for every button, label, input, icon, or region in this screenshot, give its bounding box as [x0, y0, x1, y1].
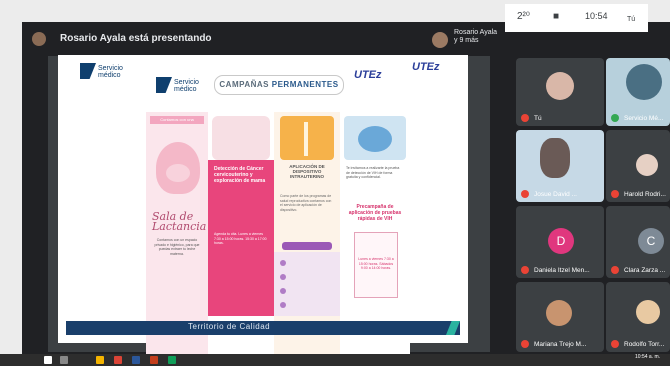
participant-name: Tú — [534, 115, 542, 122]
taskbar-clock: 10:54 a. m. — [635, 354, 661, 360]
clock-label: 10:54 — [585, 11, 608, 21]
footer-text: Territorio de Calidad — [188, 322, 271, 331]
powerpoint-icon[interactable] — [150, 356, 158, 364]
hands-photo — [212, 116, 270, 160]
lactation-text: Contamos con un espacio privado e higién… — [154, 238, 200, 256]
avatar — [636, 154, 658, 176]
script-line2: Lactancia — [152, 220, 207, 233]
mic-off-icon — [611, 190, 619, 198]
utez-logo: UTEz — [354, 69, 382, 81]
participant-tile[interactable]: C Clara Zarza ... — [606, 206, 670, 278]
campaign-poster: Contamos con una Sala de Lactancia Contam… — [146, 112, 410, 356]
lactation-script: Sala de Lactancia — [152, 211, 207, 233]
servicio-medico-logo: Servicio médico — [80, 63, 138, 81]
presenter-name: Rosario Ayala — [454, 29, 498, 36]
avatar — [636, 300, 660, 324]
cancer-schedule: Agenda tu cita. Lunes a viernes 7:30 a 1… — [208, 226, 274, 316]
participant-name: Josue David ... — [534, 191, 577, 198]
start-icon[interactable] — [44, 356, 52, 364]
campaign-bold: PERMANENTES — [271, 80, 339, 89]
participant-name: Clara Zarza ... — [624, 267, 666, 274]
diu-title: APLICACIÓN DE DISPOSITIVO INTRAUTERINO — [289, 164, 325, 179]
participant-tile[interactable]: Servicio Mé... — [606, 58, 670, 126]
others-count: y 9 más — [454, 37, 479, 44]
you-label: Tú — [627, 16, 636, 23]
people-icon[interactable]: 2²⁰ — [517, 11, 530, 22]
logo-text-line1: Servicio — [98, 65, 123, 72]
vih-card: Lunes a viernes 7:30 a 15:00 horas. Sába… — [354, 232, 398, 298]
logo2-text-line2: médico — [174, 86, 197, 93]
logo-mark — [80, 63, 96, 79]
meeting-controls: 2²⁰ ■ 10:54 Tú — [505, 4, 648, 32]
participant-tile[interactable]: Rodolfo Torr... — [606, 282, 670, 352]
logo2-text-line1: Servicio — [174, 79, 199, 86]
app-icon[interactable] — [168, 356, 176, 364]
avatar-initial: C — [638, 228, 664, 254]
presenter-avatar — [32, 32, 46, 46]
presenter-thumbnail[interactable] — [432, 32, 448, 48]
participant-name: Daniela Itzel Men... — [534, 267, 590, 274]
participant-name: Mariana Trejo M... — [534, 341, 587, 348]
campaign-prefix: CAMPAÑAS — [219, 80, 272, 89]
cancer-title: Detección de Cáncer cervicouterino y exp… — [214, 166, 266, 184]
chat-icon[interactable]: ■ — [553, 11, 559, 22]
glove-shape — [358, 126, 392, 152]
list-dot — [280, 260, 286, 266]
participant-name: Servicio Mé... — [624, 115, 664, 122]
mic-off-icon — [521, 340, 529, 348]
presenting-label: Rosario Ayala está presentando — [60, 33, 212, 44]
participant-name: Harold Rodri... — [624, 191, 666, 198]
list-dot — [280, 274, 286, 280]
avatar — [626, 64, 662, 100]
avatar — [540, 138, 570, 178]
avatar — [546, 300, 572, 326]
vih-text: Te invitamos a realizarte la prueba de d… — [346, 166, 400, 179]
list-dot — [280, 302, 286, 308]
avatar — [546, 72, 574, 100]
mic-off-icon — [611, 340, 619, 348]
cancer-column: Detección de Cáncer cervicouterino y exp… — [208, 112, 274, 356]
participant-tile[interactable]: D Daniela Itzel Men... — [516, 206, 604, 278]
chrome-icon[interactable] — [114, 356, 122, 364]
diu-text: Como parte de los programas de salud rep… — [280, 194, 332, 212]
glove-photo — [344, 116, 406, 160]
logo-text-line2: médico — [98, 72, 121, 79]
participant-tile[interactable]: Harold Rodri... — [606, 130, 670, 202]
participant-tile[interactable]: Tú — [516, 58, 604, 126]
cancer-text: Agenda tu cita. Lunes a viernes 7:30 a 1… — [214, 232, 267, 245]
list-dot — [280, 288, 286, 294]
mic-on-icon — [611, 114, 619, 122]
utez-logo-corner: UTEz — [412, 61, 440, 73]
vih-highlight: Precampaña de aplicación de pruebas rápi… — [348, 204, 402, 222]
diu-pill — [282, 242, 332, 250]
presentation-slide: Servicio médico Servicio médico CAMPAÑAS P… — [58, 55, 468, 356]
vih-column: Te invitamos a realizarte la prueba de d… — [340, 112, 410, 356]
participant-tile[interactable]: Mariana Trejo M... — [516, 282, 604, 352]
word-icon[interactable] — [132, 356, 140, 364]
participant-tile[interactable]: Josue David ... — [516, 130, 604, 202]
baby-illustration — [166, 164, 190, 182]
folder-icon[interactable] — [96, 356, 104, 364]
mic-off-icon — [521, 266, 529, 274]
lactation-tag: Contamos con una — [150, 116, 204, 124]
mic-off-icon — [611, 266, 619, 274]
campaign-title: CAMPAÑAS PERMANENTES — [214, 75, 344, 95]
cancer-panel: Detección de Cáncer cervicouterino y exp… — [208, 160, 274, 226]
avatar-initial: D — [548, 228, 574, 254]
lactation-column: Contamos con una Sala de Lactancia Contam… — [146, 112, 208, 356]
servicio-medico-logo-secondary: Servicio médico — [156, 77, 214, 93]
search-icon[interactable] — [60, 356, 68, 364]
device-shape — [304, 122, 308, 156]
vih-card-text: Lunes a viernes 7:30 a 15:00 horas. Sába… — [358, 257, 394, 270]
device-photo — [280, 116, 334, 160]
mic-off-icon — [521, 114, 529, 122]
logo-mark-secondary — [156, 77, 172, 93]
mic-off-icon — [521, 190, 529, 198]
participant-name: Rodolfo Torr... — [624, 341, 665, 348]
diu-column: APLICACIÓN DE DISPOSITIVO INTRAUTERINO C… — [274, 112, 340, 356]
diu-list — [274, 252, 340, 316]
presenter-names: Rosario Ayala y 9 más — [454, 29, 497, 45]
windows-taskbar: 10:54 a. m. — [0, 354, 670, 366]
